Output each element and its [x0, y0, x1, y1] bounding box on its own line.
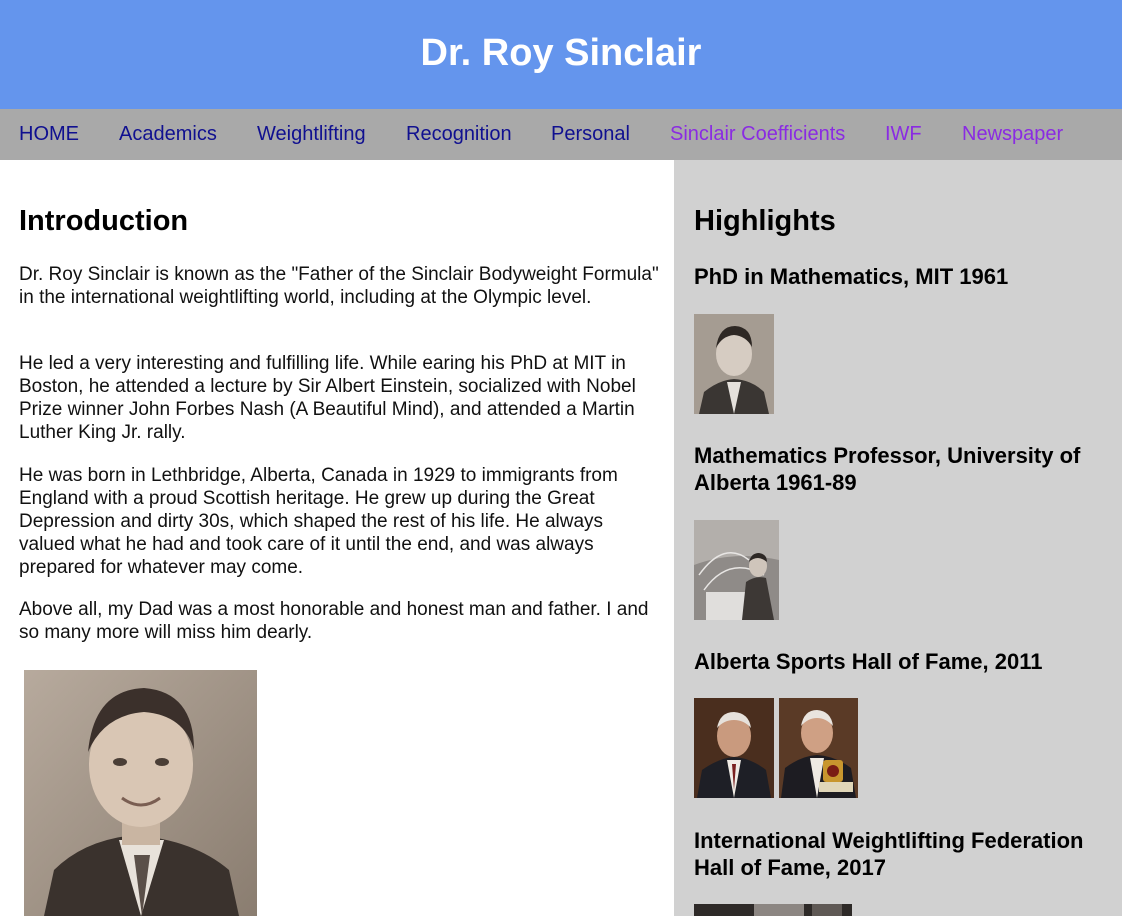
site-header: Dr. Roy Sinclair	[0, 0, 1122, 109]
phd-photo	[694, 314, 774, 414]
nav-link-weightlifting[interactable]: Weightlifting	[257, 122, 366, 146]
nav-link-academics[interactable]: Academics	[119, 122, 217, 146]
highlight-title-professor: Mathematics Professor, University of Alb…	[694, 443, 1081, 495]
nav-link-iwf[interactable]: IWF	[885, 122, 922, 146]
nav-link-sinclair-coefficients[interactable]: Sinclair Coefficients	[670, 122, 845, 146]
nav-link-recognition[interactable]: Recognition	[406, 122, 512, 146]
nav-link-home[interactable]: HOME	[19, 122, 79, 146]
main-nav: HOME Academics Weightlifting Recognition…	[0, 109, 1122, 160]
professor-photo	[694, 520, 779, 620]
intro-paragraph-3: He was born in Lethbridge, Alberta, Cana…	[19, 465, 618, 578]
highlight-title-phd: PhD in Mathematics, MIT 1961	[694, 264, 1009, 289]
alberta-hof-photo-2	[779, 698, 858, 798]
nav-link-personal[interactable]: Personal	[551, 122, 630, 146]
site-title: Dr. Roy Sinclair	[420, 32, 702, 74]
intro-heading: Introduction	[19, 205, 189, 237]
highlights-heading: Highlights	[694, 205, 836, 237]
portrait-photo	[24, 670, 257, 916]
intro-paragraph-1: Dr. Roy Sinclair is known as the "Father…	[19, 264, 659, 308]
highlights-sidebar: Highlights PhD in Mathematics, MIT 1961 …	[674, 160, 1122, 916]
nav-link-newspaper[interactable]: Newspaper	[962, 122, 1063, 146]
highlight-title-iwf-hof: International Weightlifting Federation H…	[694, 828, 1084, 880]
alberta-hof-photo-1	[694, 698, 774, 798]
intro-paragraph-4: Above all, my Dad was a most honorable a…	[19, 599, 649, 643]
highlight-title-alberta-hof: Alberta Sports Hall of Fame, 2011	[694, 649, 1043, 674]
iwf-hof-photo	[694, 904, 852, 916]
main-content: Introduction Dr. Roy Sinclair is known a…	[0, 160, 674, 916]
intro-paragraph-2: He led a very interesting and fulfilling…	[19, 353, 636, 443]
